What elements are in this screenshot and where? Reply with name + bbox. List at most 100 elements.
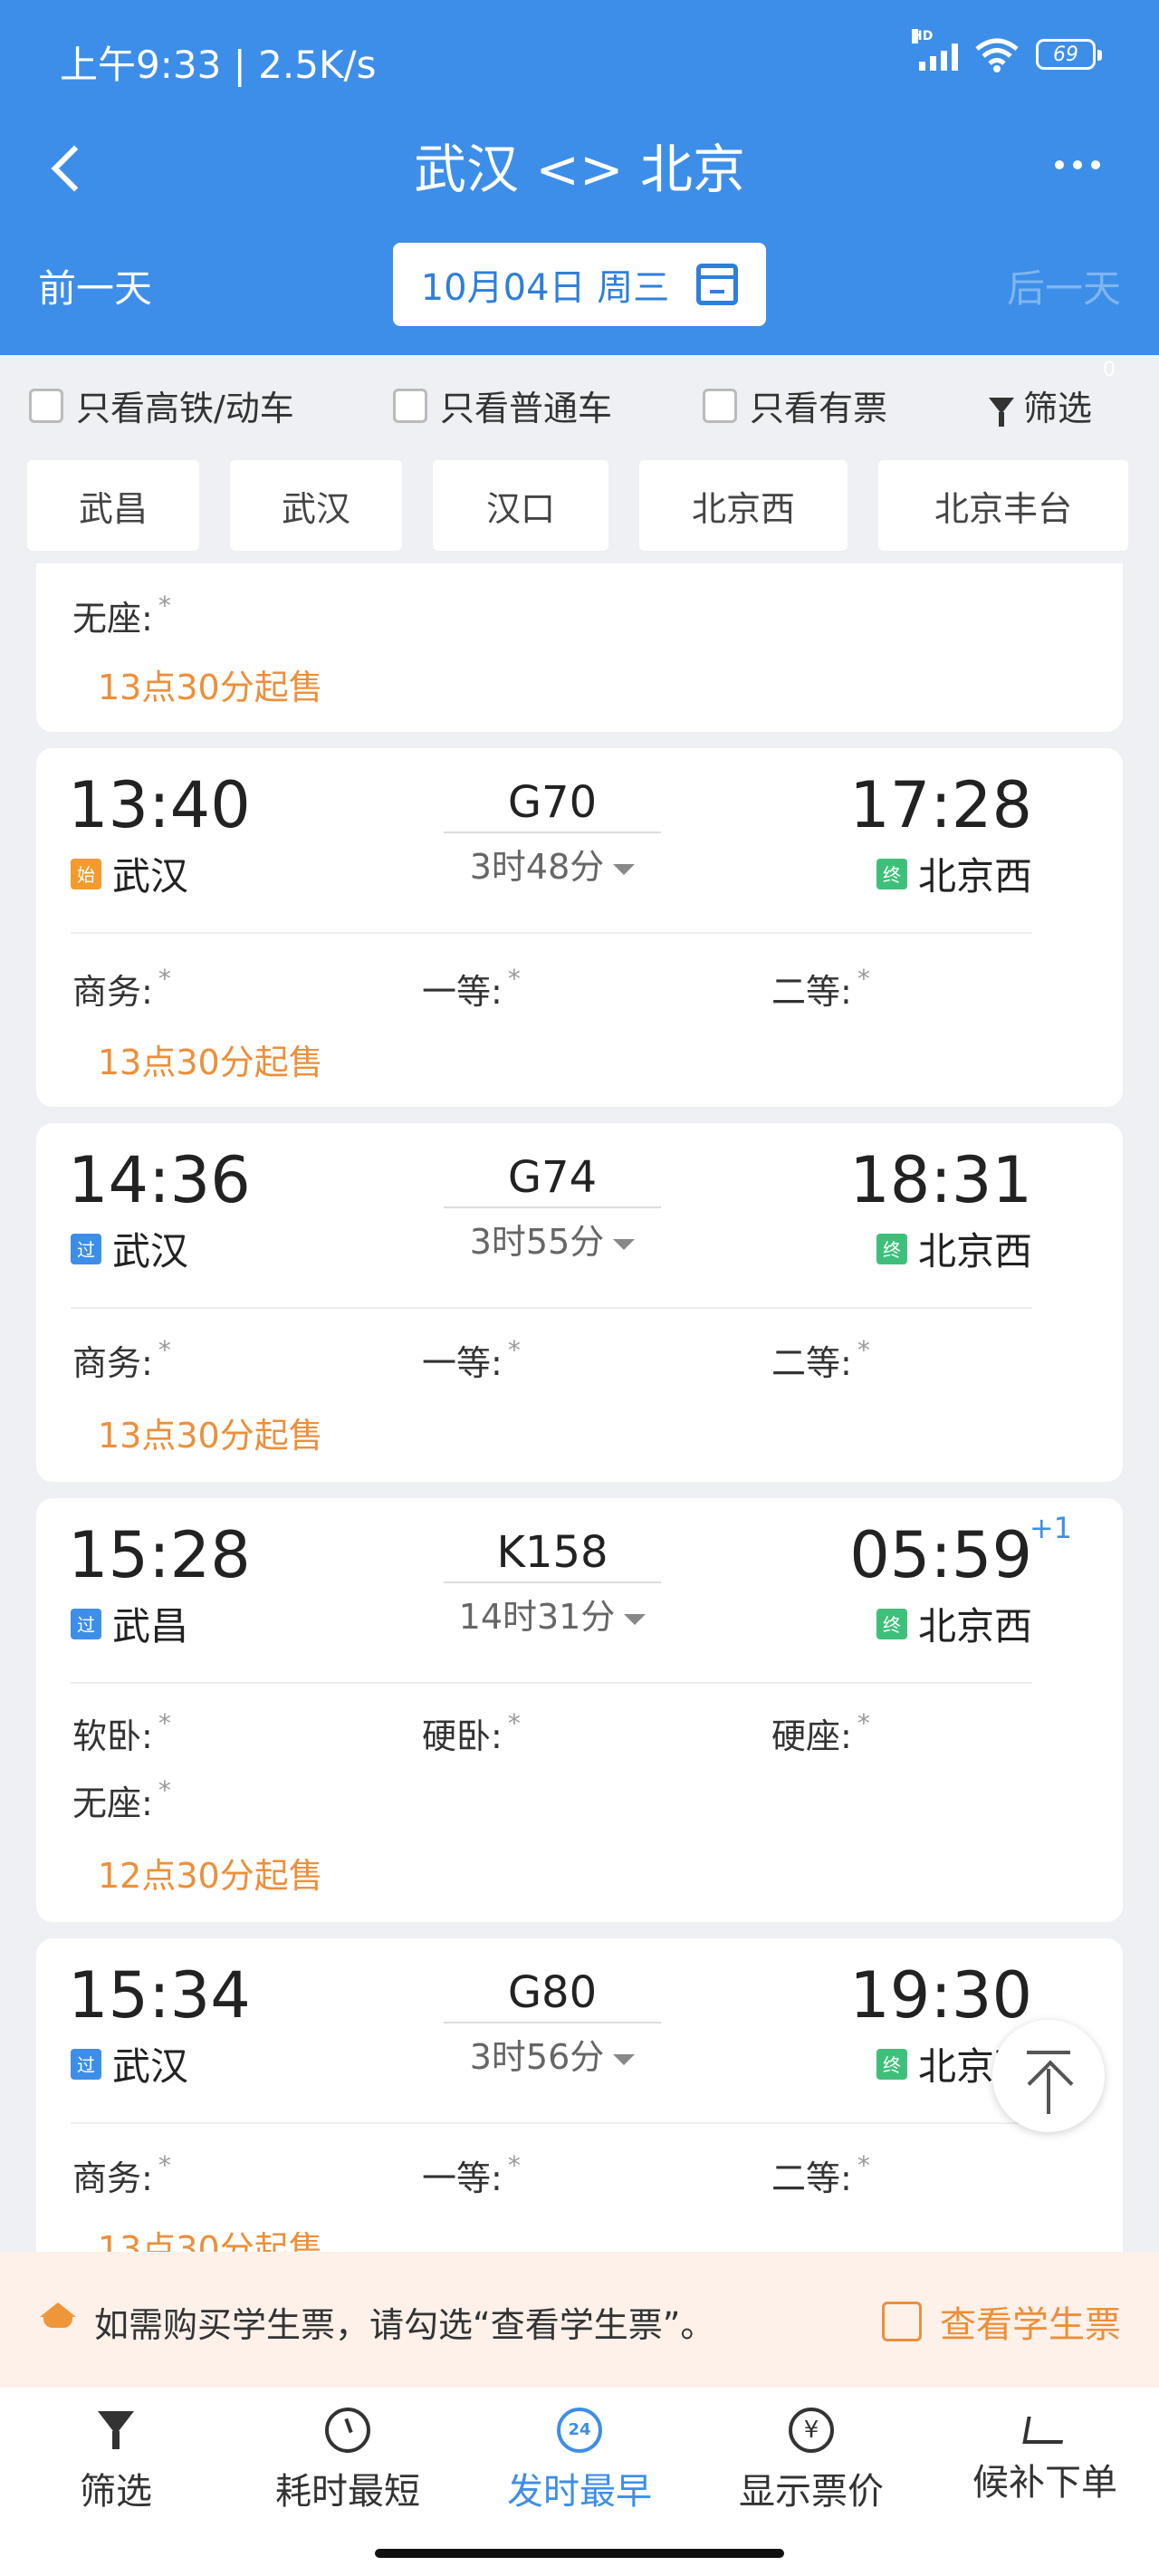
sale-time: 13点30分起售	[98, 1043, 323, 1082]
train-number: K158	[444, 1527, 661, 1583]
filter-button[interactable]: 筛选	[988, 380, 1092, 430]
checkbox-label: 查看学生票	[940, 2304, 1121, 2346]
nav-label: 显示票价	[739, 2471, 884, 2513]
from-station: 始 武汉	[71, 846, 188, 901]
duration[interactable]: 3时55分	[435, 1214, 670, 1264]
train-number: G80	[444, 1967, 661, 2023]
wifi-icon	[975, 38, 1019, 72]
seat-info: 硬座: *	[771, 1708, 870, 1756]
checkbox-icon	[882, 2302, 922, 2341]
seat-info: 一等: *	[422, 964, 521, 1012]
pass-tag-icon: 过	[71, 2048, 101, 2080]
checkbox-icon	[29, 388, 63, 423]
funnel-icon	[93, 2408, 139, 2453]
date-picker[interactable]: 10月04日 周三	[393, 243, 766, 326]
cart-icon	[1022, 2417, 1068, 2444]
seat-info: 商务: *	[72, 2150, 171, 2198]
view-student-ticket-checkbox[interactable]: 查看学生票	[882, 2295, 1121, 2348]
train-card[interactable]: 13:40 G70 3时48分 17:28 始 武汉 终 北京西 商务: * 一等…	[36, 748, 1123, 1107]
scroll-to-top-stem	[1047, 2069, 1050, 2114]
nav-label: 筛选	[80, 2471, 152, 2513]
nav-filter[interactable]: 筛选	[16, 2408, 216, 2514]
station-chip[interactable]: 汉口	[433, 460, 608, 551]
clock-24-icon: 24	[557, 2408, 602, 2453]
next-day-button[interactable]: 后一天	[1007, 258, 1121, 313]
checkbox-label: 只看普通车	[440, 389, 613, 428]
station-filter-row: 武昌 武汉 汉口 北京西 北京丰台	[0, 460, 1159, 551]
pass-tag-icon: 过	[71, 1233, 101, 1264]
arrival-time: 18:31	[849, 1143, 1032, 1217]
seat-info: 商务: *	[72, 964, 171, 1012]
arrival-time: 19:30	[849, 1958, 1032, 2033]
notice-text: 如需购买学生票，请勾选“查看学生票”。	[94, 2305, 715, 2345]
departure-time: 13:40	[68, 768, 251, 842]
filter-row: 只看高铁/动车 只看普通车 只看有票 筛选 0	[0, 355, 1159, 446]
more-options-icon[interactable]	[1041, 147, 1114, 183]
end-tag-icon: 终	[876, 858, 907, 889]
sale-time: 13点30分起售	[98, 2229, 323, 2252]
seat-info: 一等: *	[422, 1335, 521, 1383]
train-card[interactable]: 15:34 G80 3时56分 19:30 过 武汉 终 北京西 商务: * 一等…	[36, 1938, 1123, 2252]
hd-label: HD	[912, 29, 934, 43]
train-card[interactable]: 15:28 K158 14时31分 05:59 +1 过 武昌 终 北京西 软卧…	[36, 1498, 1123, 1922]
funnel-icon	[988, 397, 1014, 427]
divider	[71, 932, 1032, 934]
calendar-icon	[696, 264, 739, 305]
from-station-name: 武汉	[112, 2044, 189, 2089]
nav-label: 候补下单	[972, 2462, 1117, 2504]
to-station: 终 北京西	[876, 1221, 1032, 1276]
seat-info: 二等: *	[771, 2150, 870, 2198]
seat-info: 无座: *	[72, 591, 171, 639]
seat-info: 无座: *	[72, 1775, 171, 1823]
graduation-cap-icon	[40, 2302, 76, 2331]
from-station: 过 武昌	[71, 1596, 188, 1651]
seat-info: 商务: *	[72, 1335, 171, 1383]
start-tag-icon: 始	[71, 858, 101, 889]
duration[interactable]: 3时48分	[435, 839, 670, 889]
prev-day-button[interactable]: 前一天	[38, 258, 152, 313]
from-station: 过 武汉	[71, 1221, 188, 1276]
nav-shortest-duration[interactable]: 耗时最短	[248, 2408, 447, 2514]
end-tag-icon: 终	[876, 2048, 907, 2080]
duration[interactable]: 14时31分	[435, 1589, 670, 1639]
nav-earliest-departure[interactable]: 24 发时最早	[480, 2408, 679, 2514]
seat-info: 硬卧: *	[422, 1708, 521, 1756]
only-high-speed-checkbox[interactable]: 只看高铁/动车	[29, 380, 294, 430]
station-chip[interactable]: 武汉	[230, 460, 402, 551]
checkbox-icon	[393, 388, 427, 423]
clock-icon	[325, 2408, 370, 2453]
divider	[71, 2122, 1032, 2124]
app-header: 上午9:33 | 2.5K/s HD 69 武汉 <> 北京 前一天 10月04…	[0, 0, 1159, 355]
only-available-checkbox[interactable]: 只看有票	[703, 380, 887, 430]
station-chip[interactable]: 北京西	[639, 460, 848, 551]
train-card[interactable]: 14:36 G74 3时55分 18:31 过 武汉 终 北京西 商务: * 一等…	[36, 1123, 1123, 1482]
seat-info: 二等: *	[771, 964, 870, 1012]
checkbox-label: 只看高铁/动车	[76, 389, 294, 428]
to-station-name: 北京西	[917, 854, 1032, 899]
sale-time: 13点30分起售	[98, 668, 323, 707]
nav-show-price[interactable]: ¥ 显示票价	[712, 2408, 911, 2514]
station-chip[interactable]: 武昌	[27, 460, 199, 551]
from-station-name: 武汉	[112, 1229, 189, 1274]
date-label: 10月04日 周三	[420, 267, 670, 309]
checkbox-label: 只看有票	[750, 389, 888, 428]
home-indicator	[375, 2549, 784, 2558]
seat-info: 软卧: *	[72, 1708, 171, 1756]
to-station: 终 北京西	[876, 846, 1032, 901]
duration[interactable]: 3时56分	[435, 2029, 670, 2079]
departure-time: 14:36	[68, 1143, 251, 1217]
train-number: G70	[444, 777, 661, 833]
end-tag-icon: 终	[876, 1608, 907, 1639]
only-regular-checkbox[interactable]: 只看普通车	[393, 380, 612, 430]
train-card-partial[interactable]: 无座: * 13点30分起售	[36, 563, 1123, 732]
next-day-badge: +1	[1029, 1511, 1072, 1545]
nav-waitlist-order[interactable]: 候补下单	[945, 2408, 1145, 2505]
status-bar: 上午9:33 | 2.5K/s HD 69	[0, 0, 1159, 118]
battery-icon: 69	[1036, 39, 1102, 70]
filter-label: 筛选	[1022, 389, 1092, 428]
station-chip[interactable]: 北京丰台	[878, 460, 1128, 551]
departure-time: 15:28	[68, 1518, 251, 1592]
signal-icon: HD	[912, 29, 958, 71]
divider	[71, 1682, 1032, 1684]
seat-info: 二等: *	[771, 1335, 870, 1383]
